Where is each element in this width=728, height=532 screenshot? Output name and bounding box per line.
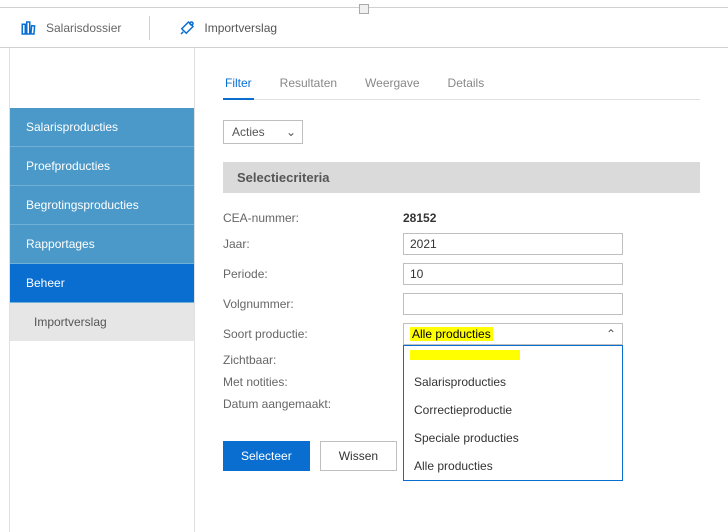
dropdown-option-alleproducties[interactable]: Alle producties bbox=[404, 452, 622, 480]
tab-separator bbox=[149, 16, 150, 40]
dropdown-soort-display[interactable]: Alle producties ⌃ bbox=[403, 323, 623, 345]
main-area: Salarisproducties Proefproducties Begrot… bbox=[0, 48, 728, 532]
label-volgnummer: Volgnummer: bbox=[223, 297, 403, 311]
sidebar-item-label: Beheer bbox=[26, 276, 65, 290]
sidebar-item-proefproducties[interactable]: Proefproducties bbox=[10, 147, 194, 186]
row-volgnummer: Volgnummer: bbox=[223, 293, 700, 315]
label-cea: CEA-nummer: bbox=[223, 211, 403, 225]
input-volgnummer[interactable] bbox=[403, 293, 623, 315]
tools-icon bbox=[178, 19, 196, 37]
sub-tab-resultaten[interactable]: Resultaten bbox=[278, 68, 339, 99]
sub-tab-label: Resultaten bbox=[280, 76, 337, 90]
dropdown-option-correctieproductie[interactable]: Correctieproductie bbox=[404, 396, 622, 424]
section-header: Selectiecriteria bbox=[223, 162, 700, 193]
sidebar-item-rapportages[interactable]: Rapportages bbox=[10, 225, 194, 264]
label-datum: Datum aangemaakt: bbox=[223, 397, 403, 411]
row-jaar: Jaar: bbox=[223, 233, 700, 255]
chevron-up-icon: ⌃ bbox=[606, 327, 616, 341]
tab-label: Importverslag bbox=[204, 21, 277, 35]
row-periode: Periode: bbox=[223, 263, 700, 285]
dropdown-redacted-option[interactable] bbox=[404, 346, 622, 368]
sidebar-item-label: Begrotingsproducties bbox=[26, 198, 139, 212]
selecteer-button[interactable]: Selecteer bbox=[223, 441, 310, 471]
sub-tab-label: Filter bbox=[225, 76, 252, 90]
dropdown-option-specialeproducties[interactable]: Speciale producties bbox=[404, 424, 622, 452]
sidebar-sub-importverslag[interactable]: Importverslag bbox=[10, 303, 194, 341]
left-margin bbox=[0, 48, 10, 532]
tab-importverslag[interactable]: Importverslag bbox=[158, 8, 297, 47]
sidebar: Salarisproducties Proefproducties Begrot… bbox=[10, 48, 195, 532]
section-title: Selectiecriteria bbox=[237, 170, 330, 185]
books-icon bbox=[20, 19, 38, 37]
sub-tab-label: Weergave bbox=[365, 76, 419, 90]
value-cea: 28152 bbox=[403, 211, 436, 225]
top-tabs: Salarisdossier Importverslag bbox=[0, 8, 728, 48]
dropdown-menu: Salarisproducties Correctieproductie Spe… bbox=[403, 345, 623, 481]
sidebar-item-label: Rapportages bbox=[26, 237, 95, 251]
sidebar-sub-label: Importverslag bbox=[34, 315, 107, 329]
label-zichtbaar: Zichtbaar: bbox=[223, 353, 403, 367]
row-soort: Soort productie: Alle producties ⌃ Salar… bbox=[223, 323, 700, 345]
sub-tab-filter[interactable]: Filter bbox=[223, 68, 254, 100]
highlight-redaction bbox=[410, 350, 520, 360]
label-periode: Periode: bbox=[223, 267, 403, 281]
sub-tab-label: Details bbox=[448, 76, 485, 90]
top-ruler bbox=[0, 0, 728, 8]
sub-tab-details[interactable]: Details bbox=[446, 68, 487, 99]
row-cea: CEA-nummer: 28152 bbox=[223, 211, 700, 225]
label-soort: Soort productie: bbox=[223, 327, 403, 341]
content-area: Filter Resultaten Weergave Details Actie… bbox=[195, 48, 728, 532]
actions-label: Acties bbox=[232, 125, 265, 139]
tab-label: Salarisdossier bbox=[46, 21, 121, 35]
sidebar-item-label: Proefproducties bbox=[26, 159, 110, 173]
dropdown-selected: Alle producties bbox=[410, 327, 493, 341]
sidebar-item-salarisproducties[interactable]: Salarisproducties bbox=[10, 108, 194, 147]
actions-select[interactable]: Acties bbox=[223, 120, 303, 144]
wissen-button[interactable]: Wissen bbox=[320, 441, 397, 471]
sidebar-item-begrotingsproducties[interactable]: Begrotingsproducties bbox=[10, 186, 194, 225]
dropdown-option-salarisproducties[interactable]: Salarisproducties bbox=[404, 368, 622, 396]
label-notities: Met notities: bbox=[223, 375, 403, 389]
sub-tabs: Filter Resultaten Weergave Details bbox=[223, 68, 700, 100]
sub-tab-weergave[interactable]: Weergave bbox=[363, 68, 421, 99]
input-periode[interactable] bbox=[403, 263, 623, 285]
sidebar-item-label: Salarisproducties bbox=[26, 120, 118, 134]
tab-salarisdossier[interactable]: Salarisdossier bbox=[0, 8, 141, 47]
dropdown-soort: Alle producties ⌃ Salarisproducties Corr… bbox=[403, 323, 623, 345]
label-jaar: Jaar: bbox=[223, 237, 403, 251]
sidebar-item-beheer[interactable]: Beheer bbox=[10, 264, 194, 303]
input-jaar[interactable] bbox=[403, 233, 623, 255]
